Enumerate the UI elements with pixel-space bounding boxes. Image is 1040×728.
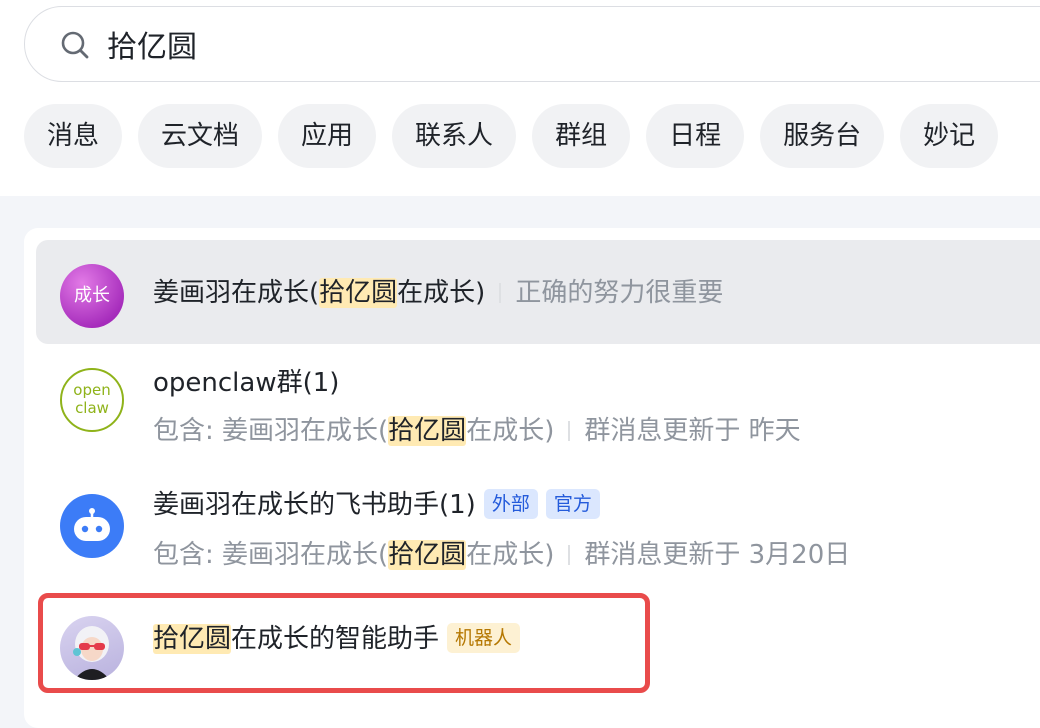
group-avatar: open claw [60, 368, 124, 432]
subtitle-prefix: 包含: 姜画羽在成长( [153, 540, 389, 570]
filter-tab-minutes[interactable]: 妙记 [900, 104, 999, 168]
search-input[interactable] [107, 19, 1007, 69]
bot-avatar [60, 494, 124, 558]
filter-tab-docs[interactable]: 云文档 [138, 104, 263, 168]
match-highlight: 拾亿圆 [388, 416, 467, 446]
filter-tab-apps[interactable]: 应用 [278, 104, 377, 168]
avatar-text-line-2: claw [75, 399, 109, 417]
separator [568, 545, 571, 565]
robot-icon [74, 508, 110, 541]
filter-tabs: 消息 云文档 应用 联系人 群组 日程 服务台 妙记 [24, 104, 999, 168]
result-item-group-assistant[interactable]: 姜画羽在成长的飞书助手(1) 外部 官方 包含: 姜画羽在成长(拾亿圆在成长) 群消息… [36, 468, 1040, 592]
result-item-contact[interactable]: 成长 姜画羽在成长(拾亿圆在成长) 正确的努力很重要 [36, 240, 1040, 344]
contact-signature: 正确的努力很重要 [515, 278, 724, 308]
result-subtitle: 包含: 姜画羽在成长(拾亿圆在成长) 群消息更新于 昨天 [153, 414, 801, 448]
avatar-text-line-1: open [73, 381, 111, 399]
separator [499, 283, 502, 303]
search-icon [61, 31, 89, 59]
match-highlight: 拾亿圆 [388, 540, 467, 570]
avatar-label: 成长 [74, 285, 110, 306]
match-highlight: 拾亿圆 [319, 278, 398, 308]
subtitle-prefix: 包含: 姜画羽在成长( [153, 416, 389, 446]
selection-highlight-frame [38, 593, 650, 693]
filter-tab-contacts[interactable]: 联系人 [392, 104, 517, 168]
result-title: openclaw群(1) [153, 368, 340, 398]
tag-official: 官方 [545, 489, 600, 519]
filter-tab-helpdesk[interactable]: 服务台 [760, 104, 885, 168]
group-name: 姜画羽在成长的飞书助手(1) [153, 490, 476, 520]
group-update-time: 群消息更新于 3月20日 [584, 540, 851, 570]
contact-avatar: 成长 [60, 264, 124, 328]
result-subtitle: 包含: 姜画羽在成长(拾亿圆在成长) 群消息更新于 3月20日 [153, 538, 850, 572]
result-title: 姜画羽在成长(拾亿圆在成长) 正确的努力很重要 [153, 276, 723, 310]
title-prefix: 姜画羽在成长( [153, 278, 320, 308]
search-bar[interactable] [24, 6, 1040, 82]
group-update-time: 群消息更新于 昨天 [584, 416, 801, 446]
subtitle-suffix: 在成长) [466, 416, 555, 446]
result-item-group-openclaw[interactable]: open claw openclaw群(1) 包含: 姜画羽在成长(拾亿圆在成长… [36, 344, 1040, 468]
filter-tab-messages[interactable]: 消息 [24, 104, 123, 168]
search-header: 消息 云文档 应用 联系人 群组 日程 服务台 妙记 [0, 0, 1040, 196]
separator [568, 421, 571, 441]
title-suffix: 在成长) [397, 278, 486, 308]
filter-tab-groups[interactable]: 群组 [532, 104, 631, 168]
result-title: 姜画羽在成长的飞书助手(1) 外部 官方 [153, 488, 600, 522]
filter-tab-calendar[interactable]: 日程 [646, 104, 745, 168]
subtitle-suffix: 在成长) [466, 540, 555, 570]
tag-external: 外部 [483, 489, 538, 519]
